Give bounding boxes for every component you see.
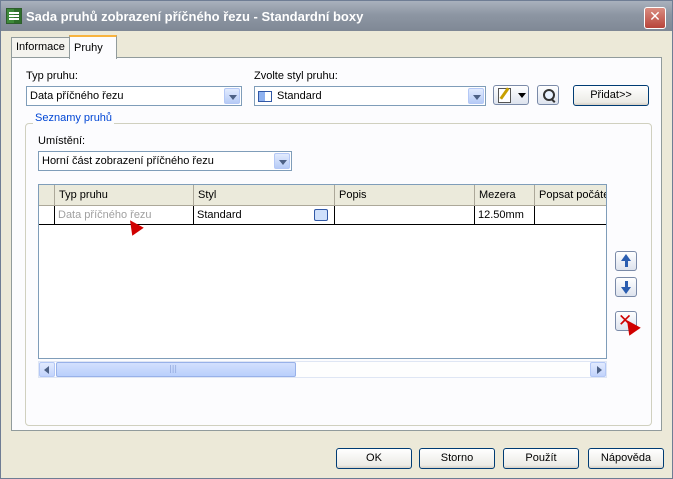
apply-button[interactable]: Použít [503,448,579,469]
chevron-down-icon[interactable] [224,88,240,104]
band-type-combo[interactable]: Data příčného řezu [26,86,242,106]
band-style-label: Zvolte styl pruhu: [254,70,338,82]
tab-pruhy[interactable]: Pruhy [69,35,117,59]
band-style-combo[interactable]: Standard [254,86,486,106]
band-type-value: Data příčného řezu [30,90,124,102]
table-row[interactable]: Data příčného řezu Standard 12.50mm [39,206,606,225]
scroll-right-button[interactable] [590,362,606,377]
scroll-thumb[interactable] [56,362,296,377]
window-title: Sada pruhů zobrazení příčného řezu - Sta… [26,9,364,24]
location-label: Umístění: [38,135,86,147]
preview-button[interactable] [537,85,559,105]
column-header-gap[interactable]: Mezera [475,185,535,205]
location-combo[interactable]: Horní část zobrazení příčného řezu [38,151,292,171]
cell-description[interactable] [335,206,475,224]
help-button[interactable]: Nápověda [588,448,664,469]
arrow-up-stem [625,261,628,267]
cancel-button[interactable]: Storno [419,448,495,469]
arrow-down-icon [621,287,631,294]
column-header-label-start[interactable]: Popsat počátek [535,185,606,205]
cell-band-type[interactable]: Data příčného řezu [55,206,194,224]
edit-style-button[interactable] [493,85,529,105]
column-header-description[interactable]: Popis [335,185,475,205]
style-picker-icon[interactable] [314,209,328,221]
bands-table: Typ pruhu Styl Popis Mezera Popsat počát… [38,184,607,359]
horizontal-scrollbar[interactable] [38,361,607,378]
table-header: Typ pruhu Styl Popis Mezera Popsat počát… [39,185,606,206]
app-icon [6,8,22,24]
title-bar[interactable]: Sada pruhů zobrazení příčného řezu - Sta… [1,1,672,31]
ok-button[interactable]: OK [336,448,412,469]
row-selector-header [39,185,55,205]
location-value: Horní část zobrazení příčného řezu [42,155,214,167]
band-type-label: Typ pruhu: [26,70,78,82]
chevron-down-icon[interactable] [274,153,290,169]
style-icon [258,91,272,102]
cell-gap[interactable]: 12.50mm [475,206,535,224]
column-header-band-type[interactable]: Typ pruhu [55,185,194,205]
arrow-up-icon [621,254,631,261]
row-selector[interactable] [39,206,55,224]
magnifier-handle [550,98,556,103]
move-up-button[interactable] [615,251,637,271]
cell-style-text: Standard [197,209,242,221]
scroll-left-button[interactable] [39,362,55,377]
dialog-window: Sada pruhů zobrazení příčného řezu - Sta… [0,0,673,479]
column-header-style[interactable]: Styl [194,185,335,205]
chevron-down-icon[interactable] [468,88,484,104]
move-down-button[interactable] [615,277,637,297]
chevron-down-icon[interactable] [518,93,526,98]
tab-informace[interactable]: Informace [11,37,77,57]
close-button[interactable]: ✕ [644,7,666,29]
cell-label-start[interactable] [535,206,606,224]
add-button[interactable]: Přidat>> [573,85,649,106]
cell-style[interactable]: Standard [194,206,335,224]
band-lists-group-label: Seznamy pruhů [33,112,115,124]
band-style-value: Standard [277,90,322,102]
